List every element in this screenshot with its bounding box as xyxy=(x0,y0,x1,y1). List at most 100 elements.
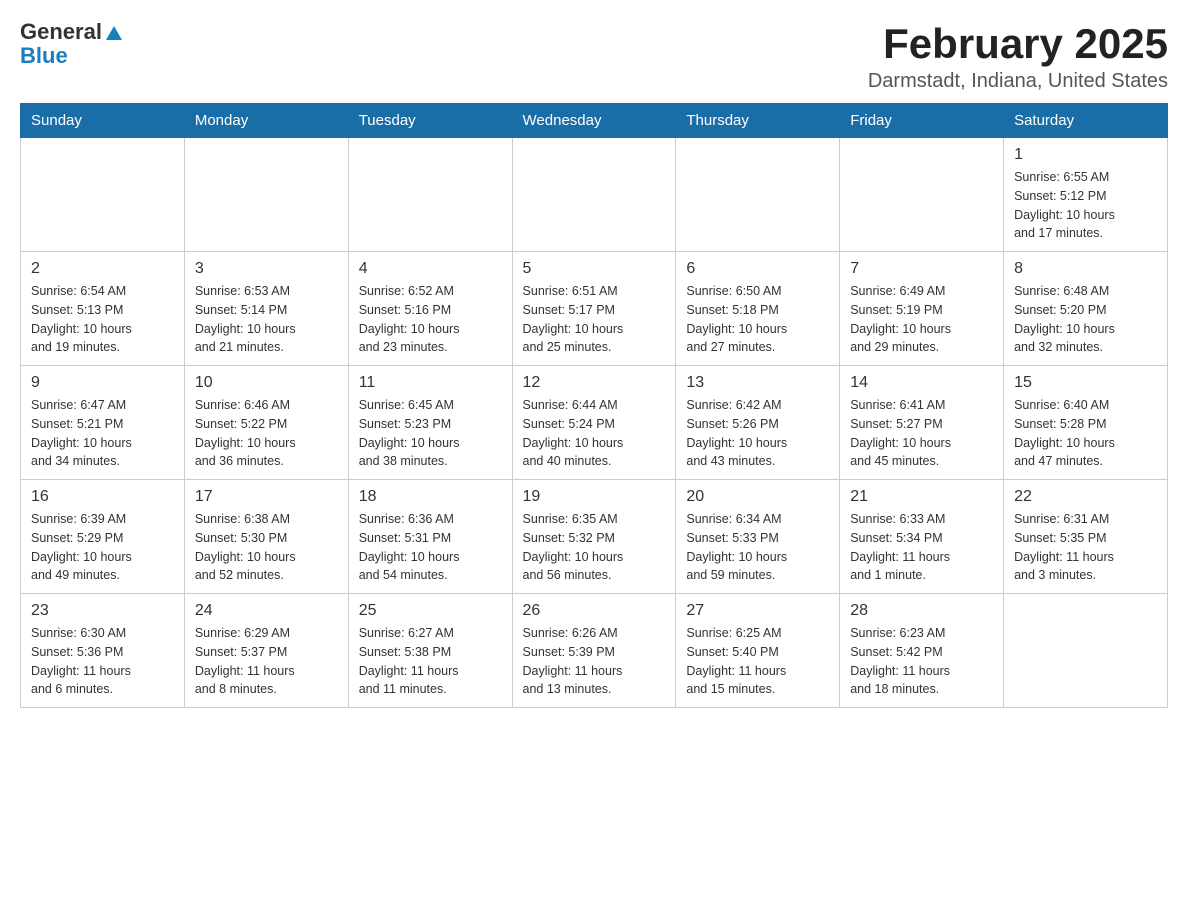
day-info: Sunrise: 6:38 AM Sunset: 5:30 PM Dayligh… xyxy=(195,510,338,585)
logo-line1: General xyxy=(20,20,122,44)
day-number: 21 xyxy=(850,488,993,506)
calendar-cell: 11 Sunrise: 6:45 AM Sunset: 5:23 PM Dayli… xyxy=(348,366,512,480)
day-info: Sunrise: 6:42 AM Sunset: 5:26 PM Dayligh… xyxy=(686,396,829,471)
page-header: General Blue February 2025 Darmstadt, In… xyxy=(20,20,1168,93)
calendar-cell: 13 Sunrise: 6:42 AM Sunset: 5:26 PM Dayli… xyxy=(676,366,840,480)
calendar-cell: 26 Sunrise: 6:26 AM Sunset: 5:39 PM Dayli… xyxy=(512,594,676,708)
day-info: Sunrise: 6:27 AM Sunset: 5:38 PM Dayligh… xyxy=(359,624,502,699)
day-header-wednesday: Wednesday xyxy=(512,104,676,138)
day-header-thursday: Thursday xyxy=(676,104,840,138)
calendar-cell: 17 Sunrise: 6:38 AM Sunset: 5:30 PM Dayli… xyxy=(184,480,348,594)
day-info: Sunrise: 6:39 AM Sunset: 5:29 PM Dayligh… xyxy=(31,510,174,585)
calendar-header: SundayMondayTuesdayWednesdayThursdayFrid… xyxy=(21,104,1168,138)
calendar-cell: 7Sunrise: 6:49 AM Sunset: 5:19 PM Daylig… xyxy=(840,252,1004,366)
day-number: 20 xyxy=(686,488,829,506)
day-number: 26 xyxy=(523,602,666,620)
day-number: 14 xyxy=(850,374,993,392)
calendar-cell: 24 Sunrise: 6:29 AM Sunset: 5:37 PM Dayli… xyxy=(184,594,348,708)
day-number: 13 xyxy=(686,374,829,392)
calendar-cell: 27Sunrise: 6:25 AM Sunset: 5:40 PM Dayli… xyxy=(676,594,840,708)
day-info: Sunrise: 6:25 AM Sunset: 5:40 PM Dayligh… xyxy=(686,624,829,699)
calendar-cell xyxy=(184,138,348,252)
day-info: Sunrise: 6:52 AM Sunset: 5:16 PM Dayligh… xyxy=(359,282,502,357)
logo-line2: Blue xyxy=(20,44,68,68)
calendar-table: SundayMondayTuesdayWednesdayThursdayFrid… xyxy=(20,103,1168,708)
day-number: 2 xyxy=(31,260,174,278)
day-number: 11 xyxy=(359,374,502,392)
calendar-cell xyxy=(676,138,840,252)
calendar-cell: 1 Sunrise: 6:55 AM Sunset: 5:12 PM Daylig… xyxy=(1004,138,1168,252)
day-info: Sunrise: 6:51 AM Sunset: 5:17 PM Dayligh… xyxy=(523,282,666,357)
calendar-cell: 4 Sunrise: 6:52 AM Sunset: 5:16 PM Daylig… xyxy=(348,252,512,366)
day-number: 6 xyxy=(686,260,829,278)
day-info: Sunrise: 6:23 AM Sunset: 5:42 PM Dayligh… xyxy=(850,624,993,699)
calendar-cell xyxy=(512,138,676,252)
day-info: Sunrise: 6:29 AM Sunset: 5:37 PM Dayligh… xyxy=(195,624,338,699)
day-info: Sunrise: 6:55 AM Sunset: 5:12 PM Dayligh… xyxy=(1014,168,1157,243)
calendar-cell: 14 Sunrise: 6:41 AM Sunset: 5:27 PM Dayli… xyxy=(840,366,1004,480)
calendar-cell: 6Sunrise: 6:50 AM Sunset: 5:18 PM Daylig… xyxy=(676,252,840,366)
calendar-cell: 18 Sunrise: 6:36 AM Sunset: 5:31 PM Dayli… xyxy=(348,480,512,594)
day-number: 18 xyxy=(359,488,502,506)
day-number: 10 xyxy=(195,374,338,392)
calendar-cell: 3Sunrise: 6:53 AM Sunset: 5:14 PM Daylig… xyxy=(184,252,348,366)
calendar-cell: 19Sunrise: 6:35 AM Sunset: 5:32 PM Dayli… xyxy=(512,480,676,594)
day-number: 15 xyxy=(1014,374,1157,392)
calendar-cell xyxy=(21,138,185,252)
day-number: 17 xyxy=(195,488,338,506)
calendar-cell: 16 Sunrise: 6:39 AM Sunset: 5:29 PM Dayli… xyxy=(21,480,185,594)
days-of-week-row: SundayMondayTuesdayWednesdayThursdayFrid… xyxy=(21,104,1168,138)
calendar-week-1: 2 Sunrise: 6:54 AM Sunset: 5:13 PM Daylig… xyxy=(21,252,1168,366)
day-header-tuesday: Tuesday xyxy=(348,104,512,138)
calendar-week-4: 23 Sunrise: 6:30 AM Sunset: 5:36 PM Dayli… xyxy=(21,594,1168,708)
location-title: Darmstadt, Indiana, United States xyxy=(868,70,1168,93)
month-title: February 2025 xyxy=(868,20,1168,68)
day-info: Sunrise: 6:48 AM Sunset: 5:20 PM Dayligh… xyxy=(1014,282,1157,357)
day-info: Sunrise: 6:30 AM Sunset: 5:36 PM Dayligh… xyxy=(31,624,174,699)
day-number: 1 xyxy=(1014,146,1157,164)
day-number: 4 xyxy=(359,260,502,278)
day-header-friday: Friday xyxy=(840,104,1004,138)
day-info: Sunrise: 6:44 AM Sunset: 5:24 PM Dayligh… xyxy=(523,396,666,471)
calendar-cell xyxy=(1004,594,1168,708)
day-info: Sunrise: 6:36 AM Sunset: 5:31 PM Dayligh… xyxy=(359,510,502,585)
day-info: Sunrise: 6:46 AM Sunset: 5:22 PM Dayligh… xyxy=(195,396,338,471)
day-number: 12 xyxy=(523,374,666,392)
calendar-cell: 23 Sunrise: 6:30 AM Sunset: 5:36 PM Dayli… xyxy=(21,594,185,708)
day-info: Sunrise: 6:35 AM Sunset: 5:32 PM Dayligh… xyxy=(523,510,666,585)
calendar-cell: 22Sunrise: 6:31 AM Sunset: 5:35 PM Dayli… xyxy=(1004,480,1168,594)
calendar-cell: 10 Sunrise: 6:46 AM Sunset: 5:22 PM Dayli… xyxy=(184,366,348,480)
day-number: 28 xyxy=(850,602,993,620)
day-number: 8 xyxy=(1014,260,1157,278)
day-number: 22 xyxy=(1014,488,1157,506)
calendar-cell: 9Sunrise: 6:47 AM Sunset: 5:21 PM Daylig… xyxy=(21,366,185,480)
day-number: 16 xyxy=(31,488,174,506)
day-number: 24 xyxy=(195,602,338,620)
calendar-week-3: 16 Sunrise: 6:39 AM Sunset: 5:29 PM Dayli… xyxy=(21,480,1168,594)
day-number: 5 xyxy=(523,260,666,278)
calendar-cell: 5 Sunrise: 6:51 AM Sunset: 5:17 PM Daylig… xyxy=(512,252,676,366)
calendar-week-2: 9Sunrise: 6:47 AM Sunset: 5:21 PM Daylig… xyxy=(21,366,1168,480)
day-number: 7 xyxy=(850,260,993,278)
calendar-cell: 12 Sunrise: 6:44 AM Sunset: 5:24 PM Dayli… xyxy=(512,366,676,480)
day-header-sunday: Sunday xyxy=(21,104,185,138)
day-info: Sunrise: 6:41 AM Sunset: 5:27 PM Dayligh… xyxy=(850,396,993,471)
calendar-body: 1 Sunrise: 6:55 AM Sunset: 5:12 PM Daylig… xyxy=(21,138,1168,708)
calendar-cell xyxy=(348,138,512,252)
day-header-monday: Monday xyxy=(184,104,348,138)
title-block: February 2025 Darmstadt, Indiana, United… xyxy=(868,20,1168,93)
calendar-cell: 2 Sunrise: 6:54 AM Sunset: 5:13 PM Daylig… xyxy=(21,252,185,366)
logo-triangle-icon xyxy=(106,26,122,40)
calendar-cell: 25Sunrise: 6:27 AM Sunset: 5:38 PM Dayli… xyxy=(348,594,512,708)
day-info: Sunrise: 6:26 AM Sunset: 5:39 PM Dayligh… xyxy=(523,624,666,699)
day-info: Sunrise: 6:54 AM Sunset: 5:13 PM Dayligh… xyxy=(31,282,174,357)
day-info: Sunrise: 6:33 AM Sunset: 5:34 PM Dayligh… xyxy=(850,510,993,585)
day-header-saturday: Saturday xyxy=(1004,104,1168,138)
calendar-cell: 28 Sunrise: 6:23 AM Sunset: 5:42 PM Dayli… xyxy=(840,594,1004,708)
calendar-week-0: 1 Sunrise: 6:55 AM Sunset: 5:12 PM Daylig… xyxy=(21,138,1168,252)
calendar-cell: 21 Sunrise: 6:33 AM Sunset: 5:34 PM Dayli… xyxy=(840,480,1004,594)
day-info: Sunrise: 6:45 AM Sunset: 5:23 PM Dayligh… xyxy=(359,396,502,471)
calendar-cell xyxy=(840,138,1004,252)
day-number: 23 xyxy=(31,602,174,620)
day-info: Sunrise: 6:47 AM Sunset: 5:21 PM Dayligh… xyxy=(31,396,174,471)
